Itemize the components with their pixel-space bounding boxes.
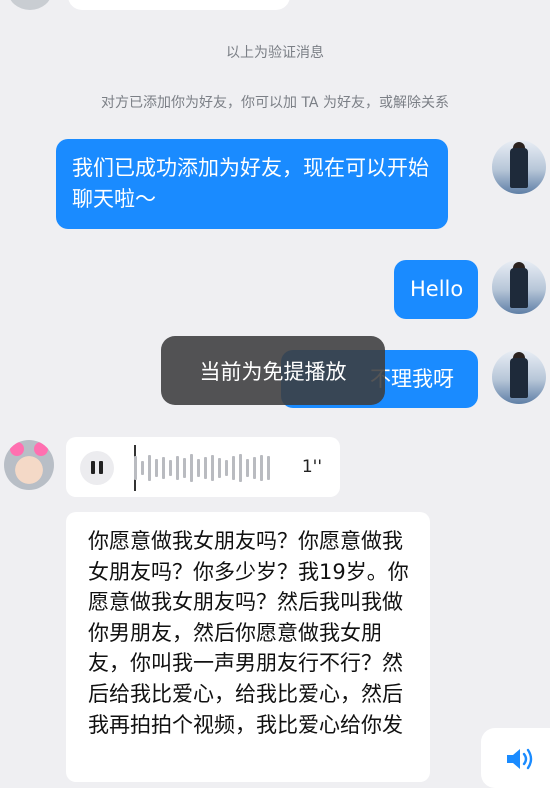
speaker-icon xyxy=(507,748,533,770)
voice-message-bubble[interactable]: 1'' xyxy=(66,437,340,497)
outgoing-message-bubble[interactable]: Hello xyxy=(394,260,478,319)
message-bubble-top[interactable] xyxy=(68,0,290,10)
my-avatar[interactable] xyxy=(492,350,546,404)
my-avatar[interactable] xyxy=(492,140,546,194)
toast-text: 当前为免提播放 xyxy=(199,359,347,384)
incoming-message-text: 你愿意做我女朋友吗？你愿意做我女朋友吗？你多少岁？我19岁。你愿意做我女朋友吗？… xyxy=(88,529,409,737)
outgoing-message-bubble[interactable]: 我们已成功添加为好友，现在可以开始聊天啦～ xyxy=(56,139,448,229)
speaker-toggle-button[interactable] xyxy=(481,728,550,788)
added-notice: 对方已添加你为好友，你可以加 TA 为好友，或解除关系 xyxy=(101,95,449,111)
speaker-mode-toast: 当前为免提播放 xyxy=(161,336,385,405)
verify-notice: 以上为验证消息 xyxy=(226,45,324,61)
contact-avatar-top[interactable] xyxy=(8,0,52,10)
outgoing-message-text: 我们已成功添加为好友，现在可以开始聊天啦～ xyxy=(72,156,429,211)
my-avatar[interactable] xyxy=(492,260,546,314)
incoming-message-bubble[interactable]: 你愿意做我女朋友吗？你愿意做我女朋友吗？你多少岁？我19岁。你愿意做我女朋友吗？… xyxy=(66,512,430,782)
pause-button[interactable] xyxy=(80,451,114,485)
voice-duration: 1'' xyxy=(301,457,322,477)
outgoing-message-text: Hello xyxy=(410,277,464,301)
pause-icon xyxy=(89,459,105,478)
voice-waveform[interactable] xyxy=(134,451,270,485)
contact-avatar[interactable] xyxy=(4,440,54,490)
